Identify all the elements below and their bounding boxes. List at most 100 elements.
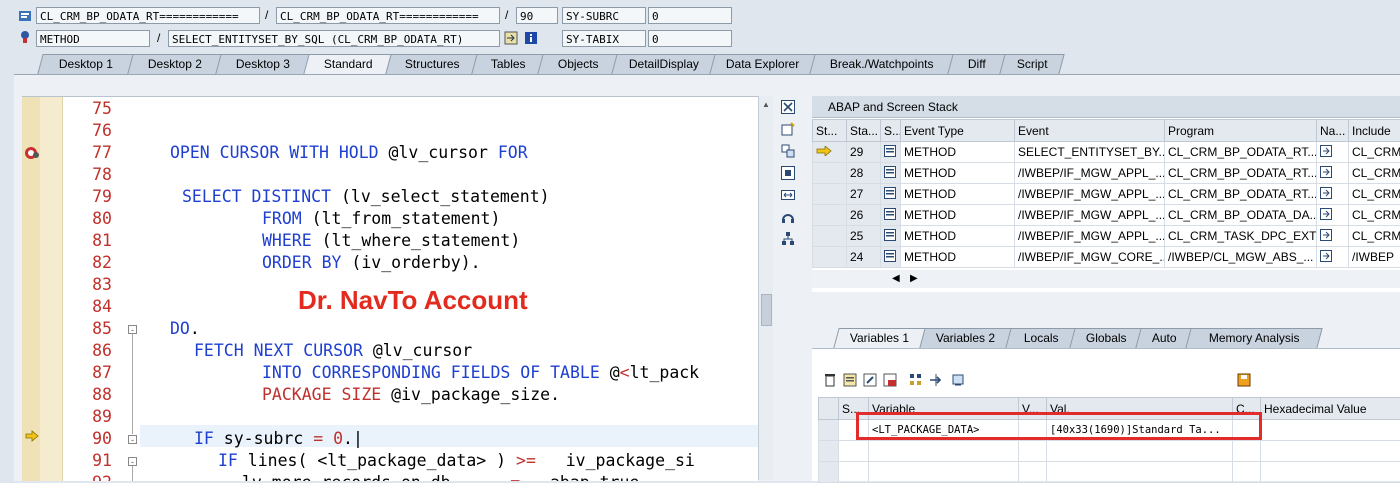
navigate-icon[interactable]	[1317, 247, 1349, 268]
row-selector[interactable]	[813, 205, 847, 226]
tab-variables-2[interactable]: Variables 2	[919, 328, 1012, 348]
table-row[interactable]: 25 METHOD /IWBEP/IF_MGW_APPL_... CL_CRM_…	[813, 226, 1400, 247]
table-row[interactable]: 28 METHOD /IWBEP/IF_MGW_APPL_... CL_CRM_…	[813, 163, 1400, 184]
table-row[interactable]: 26 METHOD /IWBEP/IF_MGW_APPL_... CL_CRM_…	[813, 205, 1400, 226]
navigate-icon[interactable]	[1317, 205, 1349, 226]
tab-desktop-1[interactable]: Desktop 1	[37, 54, 134, 74]
stack-horizontal-scrollbar[interactable]: ◀ ▶	[812, 270, 1400, 288]
code-line[interactable]: IF lines( <lt_package_data> ) >= iv_pack…	[218, 451, 695, 470]
insert-icon[interactable]	[842, 373, 858, 389]
column-header[interactable]: Event	[1015, 120, 1165, 142]
editor-vertical-scrollbar[interactable]: ▲	[758, 96, 773, 480]
code-line[interactable]: IF sy-subrc = 0.|	[194, 429, 363, 448]
navigate-icon[interactable]	[504, 31, 518, 45]
value-cell[interactable]	[1047, 441, 1233, 462]
row-selector[interactable]	[819, 462, 839, 483]
info-icon[interactable]	[524, 31, 538, 45]
row-selector[interactable]	[813, 247, 847, 268]
navigate-icon[interactable]	[1317, 142, 1349, 163]
navigate-icon[interactable]	[1317, 226, 1349, 247]
table-row[interactable]: 24 METHOD /IWBEP/IF_MGW_CORE_... /IWBEP/…	[813, 247, 1400, 268]
scroll-left-arrow[interactable]: ◀	[892, 273, 900, 284]
column-header[interactable]: Include	[1349, 120, 1400, 142]
change-cell[interactable]	[1233, 462, 1261, 483]
scroll-thumb[interactable]	[761, 294, 772, 326]
navigate-icon[interactable]	[928, 373, 944, 389]
value-cell[interactable]	[1047, 462, 1233, 483]
column-header[interactable]: Program	[1165, 120, 1317, 142]
breakpoint-icon[interactable]	[24, 145, 40, 161]
code-line[interactable]: WHERE (lt_where_statement)	[262, 231, 520, 250]
tab-globals[interactable]: Globals	[1069, 328, 1142, 348]
code-line[interactable]: OPEN CURSOR WITH HOLD @lv_cursor FOR	[170, 143, 528, 162]
tab-script[interactable]: Script	[999, 54, 1064, 74]
sysvar-value-field-2[interactable]: 0	[648, 30, 732, 47]
fold-toggle[interactable]: -	[128, 457, 137, 466]
main-program-field[interactable]: CL_CRM_BP_ODATA_RT============	[36, 7, 260, 24]
column-header[interactable]: Hexadecimal Value	[1261, 398, 1400, 420]
tab-structures[interactable]: Structures	[385, 54, 478, 74]
display-icon[interactable]	[950, 373, 966, 389]
tab-tables[interactable]: Tables	[471, 54, 544, 74]
code-line[interactable]: INTO CORRESPONDING FIELDS OF TABLE @<lt_…	[262, 363, 699, 382]
row-selector[interactable]	[813, 163, 847, 184]
view-cell[interactable]	[1019, 462, 1047, 483]
sysvar-value-field[interactable]: 0	[648, 7, 732, 24]
tab-break-watchpoints[interactable]: Break./Watchpoints	[809, 54, 954, 74]
tree-icon[interactable]	[780, 232, 796, 248]
code-line[interactable]: ORDER BY (iv_orderby).	[262, 253, 481, 272]
tab-standard[interactable]: Standard	[303, 54, 392, 74]
tab-desktop-2[interactable]: Desktop 2	[127, 54, 222, 74]
code-line[interactable]: PACKAGE SIZE @iv_package_size.	[262, 385, 560, 404]
close-icon[interactable]	[780, 100, 796, 116]
services-icon[interactable]	[780, 210, 796, 226]
scroll-up-arrow[interactable]: ▲	[762, 100, 770, 109]
column-header[interactable]: S...	[881, 120, 901, 142]
view-cell[interactable]	[1019, 441, 1047, 462]
row-selector[interactable]	[813, 184, 847, 205]
sort-icon[interactable]	[908, 373, 924, 389]
column-header[interactable]: Event Type	[901, 120, 1015, 142]
variable-name-cell[interactable]	[869, 441, 1019, 462]
row-selector[interactable]	[819, 420, 839, 441]
tab-memory-analysis[interactable]: Memory Analysis	[1185, 328, 1322, 348]
row-selector[interactable]	[813, 226, 847, 247]
change-cell[interactable]	[1233, 441, 1261, 462]
table-row[interactable]	[819, 441, 1400, 462]
column-header[interactable]: Na...	[1317, 120, 1349, 142]
fold-toggle[interactable]: -	[128, 325, 137, 334]
new-tool-icon[interactable]	[780, 122, 796, 138]
delete-icon[interactable]	[822, 373, 838, 389]
event-type-field[interactable]: METHOD	[36, 30, 150, 47]
line-number-field[interactable]: 90	[516, 7, 558, 24]
tab-auto[interactable]: Auto	[1135, 328, 1192, 348]
tab-locals[interactable]: Locals	[1005, 328, 1076, 348]
tab-objects[interactable]: Objects	[537, 54, 618, 74]
method-name-field[interactable]: SELECT_ENTITYSET_BY_SQL (CL_CRM_BP_ODATA…	[168, 30, 500, 47]
include-field[interactable]: CL_CRM_BP_ODATA_RT============	[276, 7, 500, 24]
fold-toggle[interactable]: -	[128, 435, 137, 444]
edit-icon[interactable]	[862, 373, 878, 389]
code-line[interactable]: FETCH NEXT CURSOR @lv_cursor	[194, 341, 472, 360]
row-selector[interactable]	[819, 441, 839, 462]
tab-diff[interactable]: Diff	[947, 54, 1006, 74]
resize-icon[interactable]	[780, 188, 796, 204]
tab-detail-display[interactable]: DetailDisplay	[611, 54, 716, 74]
table-row[interactable]: 27 METHOD /IWBEP/IF_MGW_APPL_... CL_CRM_…	[813, 184, 1400, 205]
tab-desktop-3[interactable]: Desktop 3	[215, 54, 310, 74]
code-line[interactable]: DO.	[170, 319, 200, 338]
code-line[interactable]: SELECT DISTINCT (lv_select_statement)	[182, 187, 550, 206]
navigate-icon[interactable]	[1317, 184, 1349, 205]
save-icon[interactable]	[1236, 373, 1252, 389]
tab-variables-1[interactable]: Variables 1	[833, 328, 926, 348]
clear-icon[interactable]	[882, 373, 898, 389]
code-line[interactable]: FROM (lt_from_statement)	[262, 209, 500, 228]
navigate-icon[interactable]	[1317, 163, 1349, 184]
tab-data-explorer[interactable]: Data Explorer	[709, 54, 816, 74]
variable-name-cell[interactable]	[869, 462, 1019, 483]
table-row[interactable]: 29 METHOD SELECT_ENTITYSET_BY... CL_CRM_…	[813, 142, 1400, 163]
sysvar-name-field-2[interactable]: SY-TABIX	[562, 30, 646, 47]
sysvar-name-field[interactable]: SY-SUBRC	[562, 7, 646, 24]
column-header[interactable]: Sta...	[847, 120, 881, 142]
maximize-icon[interactable]	[780, 166, 796, 182]
